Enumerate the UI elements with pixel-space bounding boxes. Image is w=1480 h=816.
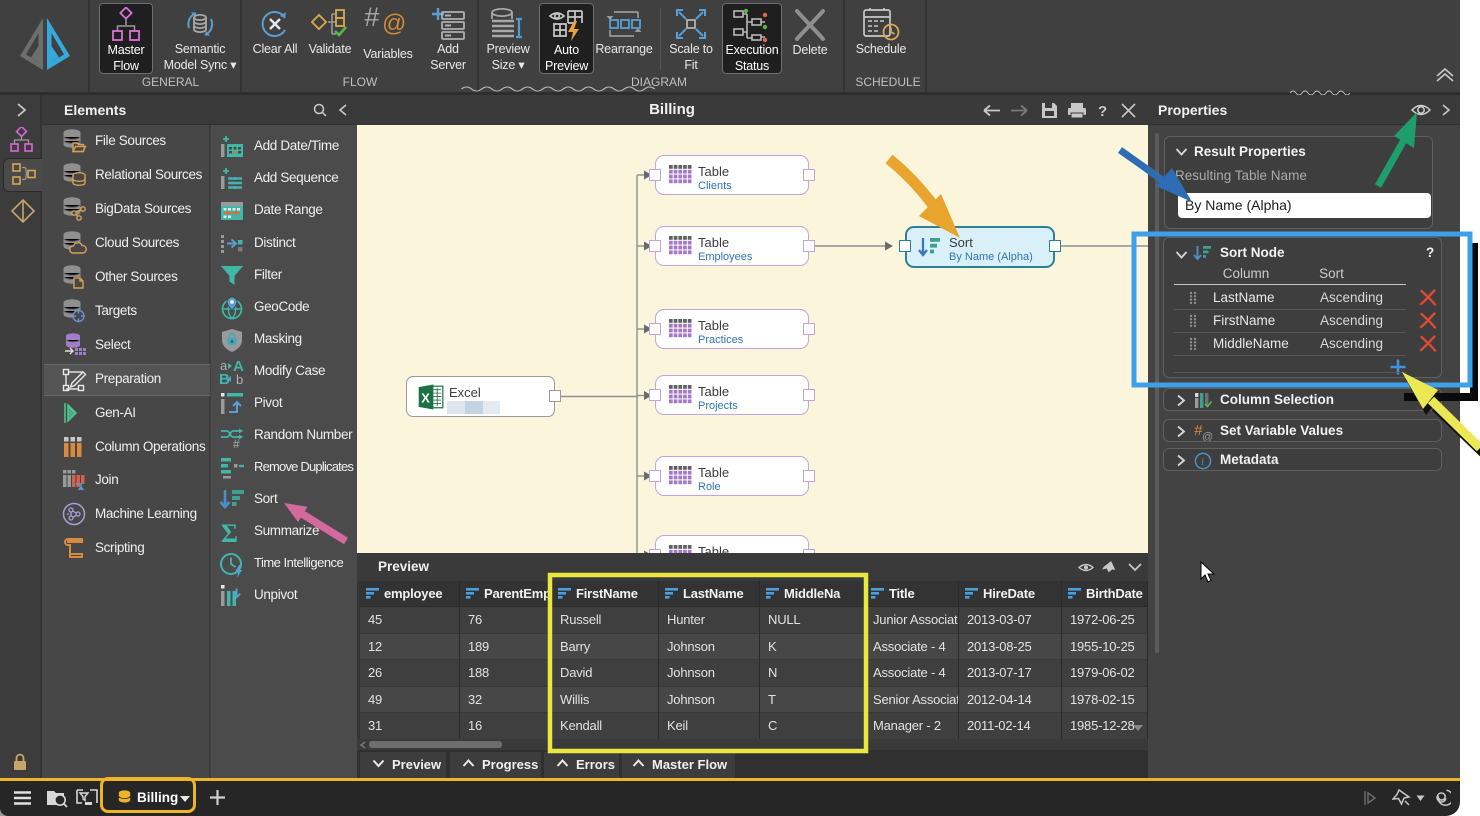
svg-text:X: X xyxy=(421,391,430,406)
svg-text:b: b xyxy=(236,372,243,385)
svg-text:@: @ xyxy=(1202,431,1213,441)
svg-text:?: ? xyxy=(1098,103,1107,119)
svg-text:#: # xyxy=(233,437,240,449)
svg-text:Σ: Σ xyxy=(221,519,238,545)
svg-text:i: i xyxy=(1201,456,1204,468)
